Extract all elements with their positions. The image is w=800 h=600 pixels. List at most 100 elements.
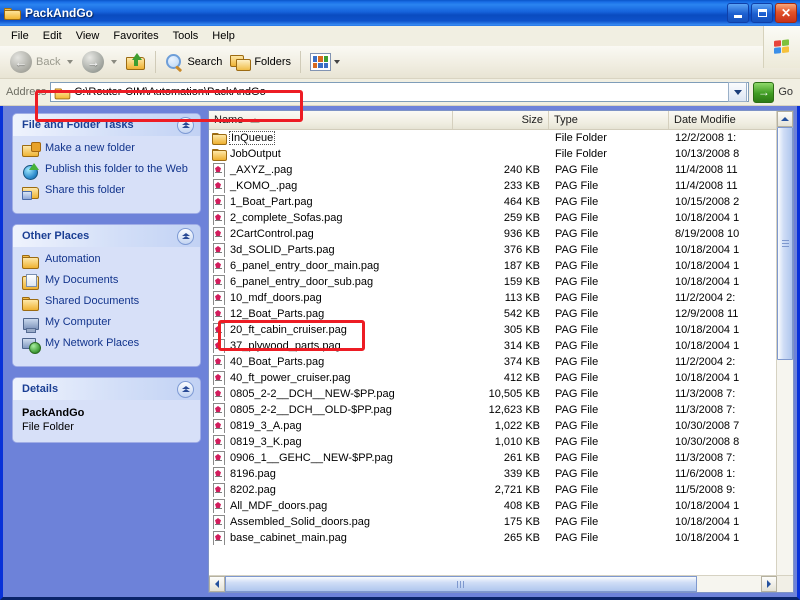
horizontal-scroll-thumb[interactable]: [225, 576, 697, 592]
table-row[interactable]: Assembled_Solid_doors.pag 175 KB PAG File 1…: [209, 514, 793, 530]
table-row[interactable]: 0906_1__GEHC__NEW-$PP.pag 261 KB PAG File 1…: [209, 450, 793, 466]
menu-view[interactable]: View: [69, 28, 107, 44]
pag-file-icon: [212, 259, 226, 273]
menu-file[interactable]: File: [4, 28, 36, 44]
file-name: 0819_3_K.pag: [230, 436, 302, 448]
table-row[interactable]: 8202.pag 2,721 KB PAG File 11/5/2008 9:: [209, 482, 793, 498]
scroll-up-button[interactable]: [777, 111, 793, 127]
panel-header[interactable]: File and Folder Tasks: [13, 114, 200, 136]
menu-help[interactable]: Help: [205, 28, 242, 44]
table-row[interactable]: 10_mdf_doors.pag 113 KB PAG File 11/2/2004 …: [209, 290, 793, 306]
sidebar-item-my-network-places[interactable]: My Network Places: [22, 337, 192, 354]
chevron-up-icon[interactable]: [177, 227, 194, 245]
chevron-up-icon[interactable]: [177, 116, 194, 134]
menu-tools[interactable]: Tools: [166, 28, 206, 44]
search-button[interactable]: Search: [161, 49, 226, 75]
table-row[interactable]: 20_ft_cabin_cruiser.pag 305 KB PAG File 10/…: [209, 322, 793, 338]
table-row[interactable]: 0805_2-2__DCH__NEW-$PP.pag 10,505 KB PAG F…: [209, 386, 793, 402]
table-row[interactable]: _AXYZ_.pag 240 KB PAG File 11/4/2008 11: [209, 162, 793, 178]
file-name: 8196.pag: [230, 468, 276, 480]
folders-button[interactable]: Folders: [226, 49, 295, 75]
cell-type: PAG File: [555, 372, 599, 384]
file-name: 40_ft_power_cruiser.pag: [230, 372, 351, 384]
views-button[interactable]: [306, 49, 349, 75]
column-header-date-modified[interactable]: Date Modifie: [669, 111, 793, 129]
table-row[interactable]: _KOMO_.pag 233 KB PAG File 11/4/2008 11: [209, 178, 793, 194]
vertical-scrollbar[interactable]: [776, 111, 793, 592]
vertical-scroll-track[interactable]: [777, 127, 793, 576]
cell-size: 12,623 KB: [488, 404, 540, 416]
table-row[interactable]: 37_plywood_parts.pag 314 KB PAG File 10/18/…: [209, 338, 793, 354]
chevron-up-icon[interactable]: [177, 380, 194, 398]
table-row[interactable]: 6_panel_entry_door_sub.pag 159 KB PAG File…: [209, 274, 793, 290]
cell-name: 0819_3_A.pag: [209, 419, 453, 433]
table-row[interactable]: JobOutput File Folder 10/13/2008 8: [209, 146, 793, 162]
forward-button[interactable]: →: [78, 49, 108, 75]
pag-file-icon: [212, 291, 226, 305]
column-header-size[interactable]: Size: [453, 111, 549, 129]
share-folder-icon: [22, 184, 40, 200]
menu-favorites[interactable]: Favorites: [106, 28, 165, 44]
panel-header[interactable]: Other Places: [13, 225, 200, 247]
go-button[interactable]: → Go: [749, 81, 798, 103]
sidebar-item-shared-documents[interactable]: Shared Documents: [22, 295, 192, 311]
sidebar-item-my-computer[interactable]: My Computer: [22, 316, 192, 333]
up-button[interactable]: [122, 49, 150, 75]
table-row[interactable]: base_cabinet_main.pag 265 KB PAG File 10/18…: [209, 530, 793, 546]
panel-header[interactable]: Details: [13, 378, 200, 400]
close-button[interactable]: ✕: [775, 3, 797, 23]
minimize-button[interactable]: [727, 3, 749, 23]
table-row[interactable]: InQueue File Folder 12/2/2008 1:: [209, 130, 793, 146]
table-row[interactable]: 0819_3_K.pag 1,010 KB PAG File 10/30/2008 8: [209, 434, 793, 450]
table-row[interactable]: 40_Boat_Parts.pag 374 KB PAG File 11/2/2004…: [209, 354, 793, 370]
scroll-right-button[interactable]: [761, 576, 777, 592]
table-row[interactable]: 2CartControl.pag 936 KB PAG File 8/19/2008 …: [209, 226, 793, 242]
table-row[interactable]: 0819_3_A.pag 1,022 KB PAG File 10/30/2008 7: [209, 418, 793, 434]
address-input[interactable]: C:\Router-CIM\Automation\PackAndGo: [50, 82, 750, 102]
my-computer-icon: [22, 316, 40, 333]
folder-icon: [212, 147, 227, 161]
file-name: Assembled_Solid_doors.pag: [230, 516, 371, 528]
table-row[interactable]: 12_Boat_Parts.pag 542 KB PAG File 12/9/2008…: [209, 306, 793, 322]
file-name: 8202.pag: [230, 484, 276, 496]
table-row[interactable]: 40_ft_power_cruiser.pag 412 KB PAG File 10/…: [209, 370, 793, 386]
scroll-left-button[interactable]: [209, 576, 225, 592]
maximize-button[interactable]: [751, 3, 773, 23]
horizontal-scroll-track[interactable]: [225, 576, 761, 592]
column-header-name[interactable]: Name: [209, 111, 453, 129]
cell-name: 2_complete_Sofas.pag: [209, 211, 453, 225]
cell-date-modified: 11/3/2008 7:: [675, 404, 736, 416]
sidebar-item-automation[interactable]: Automation: [22, 253, 192, 269]
views-dropdown-icon[interactable]: [334, 60, 341, 64]
table-row[interactable]: 3d_SOLID_Parts.pag 376 KB PAG File 10/18/20…: [209, 242, 793, 258]
resize-grip[interactable]: [777, 576, 793, 592]
forward-dropdown-icon[interactable]: [111, 60, 118, 64]
cell-name: 2CartControl.pag: [209, 227, 453, 241]
window-title: PackAndGo: [25, 6, 94, 20]
cell-size: 376 KB: [503, 244, 540, 256]
menu-edit[interactable]: Edit: [36, 28, 69, 44]
table-row[interactable]: 6_panel_entry_door_main.pag 187 KB PAG Fil…: [209, 258, 793, 274]
table-row[interactable]: 2_complete_Sofas.pag 259 KB PAG File 10/18/…: [209, 210, 793, 226]
cell-date-modified: 10/18/2004 1: [675, 372, 740, 384]
table-row[interactable]: 8196.pag 339 KB PAG File 11/6/2008 1:: [209, 466, 793, 482]
column-header-type[interactable]: Type: [549, 111, 669, 129]
sidebar-item-make-new-folder[interactable]: Make a new folder: [22, 142, 192, 158]
cell-date-modified: 10/18/2004 1: [675, 212, 740, 224]
cell-name: 40_Boat_Parts.pag: [209, 355, 453, 369]
cell-date-modified: 11/3/2008 7:: [675, 452, 736, 464]
table-row[interactable]: 1_Boat_Part.pag 464 KB PAG File 10/15/2008 …: [209, 194, 793, 210]
back-dropdown-icon[interactable]: [67, 60, 74, 64]
sidebar-item-publish-web[interactable]: Publish this folder to the Web: [22, 163, 192, 180]
cell-name: 37_plywood_parts.pag: [209, 339, 453, 353]
back-button[interactable]: ← Back: [6, 49, 64, 75]
sidebar-item-my-documents[interactable]: My Documents: [22, 274, 192, 290]
pag-file-icon: [212, 451, 226, 465]
address-dropdown-button[interactable]: [728, 82, 748, 102]
vertical-scroll-thumb[interactable]: [777, 127, 793, 361]
sidebar-item-share-folder[interactable]: Share this folder: [22, 184, 192, 200]
cell-name: 8196.pag: [209, 467, 453, 481]
horizontal-scrollbar[interactable]: [209, 575, 793, 592]
table-row[interactable]: 0805_2-2__DCH__OLD-$PP.pag 12,623 KB PAG F…: [209, 402, 793, 418]
table-row[interactable]: All_MDF_doors.pag 408 KB PAG File 10/18/200…: [209, 498, 793, 514]
